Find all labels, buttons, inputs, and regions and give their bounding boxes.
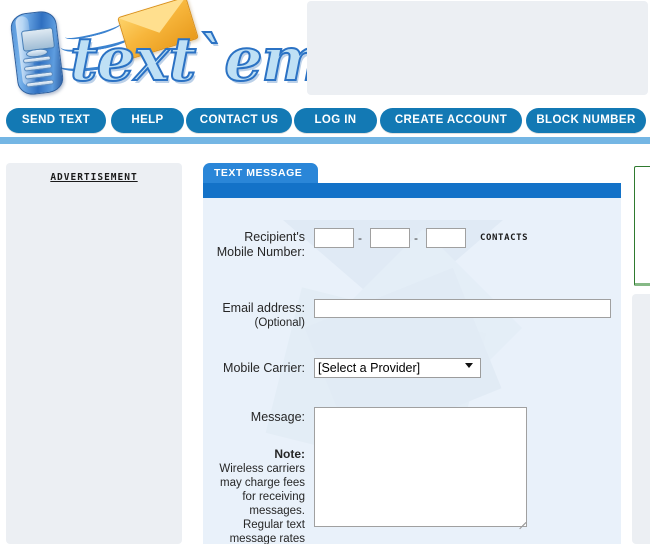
recipient-line-number-input[interactable]: [426, 228, 466, 248]
text-message-panel: TEXT MESSAGE Recipient's Mobile Number: …: [203, 163, 625, 544]
carrier-select[interactable]: [Select a Provider]: [314, 358, 481, 378]
message-textarea[interactable]: [314, 407, 527, 527]
note-text: Wireless carriers may charge fees for re…: [219, 463, 305, 544]
sidebar-advertisement-slot[interactable]: ADVERTISEMENT: [6, 163, 182, 544]
tab-text-message[interactable]: TEXT MESSAGE: [203, 163, 318, 183]
page-root: text`em SEND TEXT HELP CONTACT US LOG IN CRE…: [0, 0, 650, 544]
nav-button-block-number[interactable]: BLOCK NUMBER: [526, 108, 646, 133]
tab-bar: [203, 183, 621, 198]
navigation-underline-bar: [0, 137, 650, 144]
text-message-form: Recipient's Mobile Number: - - CONTACTS …: [203, 198, 621, 544]
phone-separator-1: -: [358, 231, 362, 245]
contacts-link[interactable]: CONTACTS: [480, 228, 528, 248]
carrier-label: Mobile Carrier:: [223, 361, 305, 375]
nav-button-contact-us[interactable]: CONTACT US: [186, 108, 292, 133]
advertisement-label: ADVERTISEMENT: [50, 172, 138, 183]
email-label: Email address: (Optional): [213, 301, 305, 331]
page-body: ADVERTISEMENT TEXT MESSAGE Recipient's M…: [0, 144, 650, 544]
recipient-area-code-input[interactable]: [314, 228, 354, 248]
right-rail-advertisement-slot[interactable]: [632, 294, 650, 544]
nav-button-log-in[interactable]: LOG IN: [294, 108, 377, 133]
site-logo[interactable]: text`em: [4, 0, 326, 102]
site-header: text`em: [0, 0, 650, 105]
right-rail-green-panel[interactable]: [634, 166, 650, 286]
note-heading: Note:: [274, 447, 305, 461]
recipient-prefix-input[interactable]: [370, 228, 410, 248]
recipient-label: Recipient's Mobile Number:: [216, 230, 305, 259]
nav-button-help[interactable]: HELP: [111, 108, 184, 133]
nav-button-send-text[interactable]: SEND TEXT: [6, 108, 106, 133]
phone-separator-2: -: [414, 231, 418, 245]
email-label-text: Email address:: [222, 301, 305, 315]
carrier-fee-note: Note: Wireless carriers may charge fees …: [213, 447, 305, 544]
email-sublabel: (Optional): [254, 317, 306, 329]
main-navigation: SEND TEXT HELP CONTACT US LOG IN CREATE ACCO…: [0, 105, 650, 137]
header-advertisement-slot[interactable]: [307, 1, 648, 95]
right-rail-green-panel-footer: [635, 283, 650, 286]
message-label: Message:: [250, 410, 305, 424]
nav-button-create-account[interactable]: CREATE ACCOUNT: [380, 108, 522, 133]
brand-wordmark: text`em: [69, 25, 326, 95]
email-input[interactable]: [314, 299, 611, 318]
carrier-select-wrapper: [Select a Provider]: [314, 358, 481, 378]
